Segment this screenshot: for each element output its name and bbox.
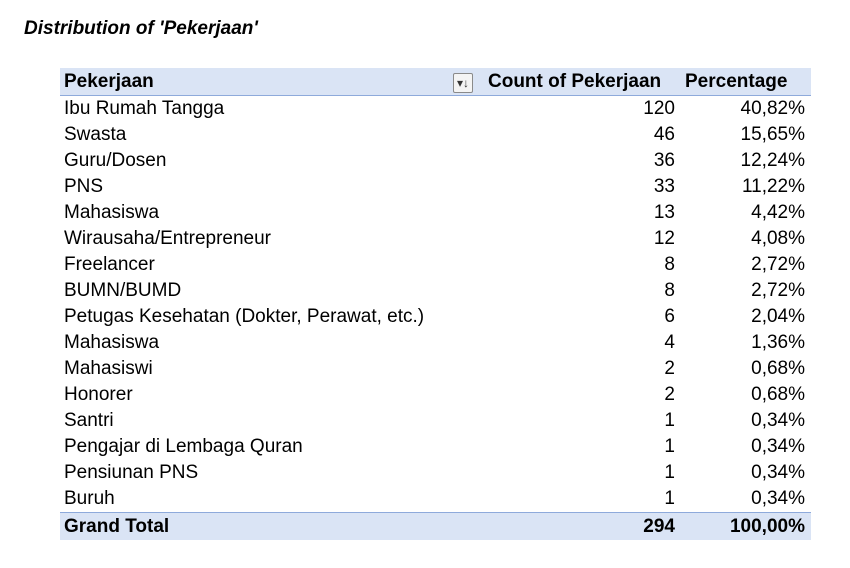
row-count: 120 [643,98,675,119]
header-pekerjaan-label: Pekerjaan [64,70,154,92]
row-percentage: 4,08% [751,228,805,249]
row-name: Swasta [64,124,127,145]
row-name: Mahasiswi [64,358,153,379]
row-percentage: 0,34% [751,410,805,431]
row-percentage: 0,68% [751,358,805,379]
table-row: Petugas Kesehatan (Dokter, Perawat, etc.… [60,304,811,330]
row-percentage: 0,34% [751,488,805,509]
row-name: PNS [64,176,104,197]
table-row: Mahasiswi 2 0,68% [60,356,811,382]
row-name: Guru/Dosen [64,150,167,171]
table-row: Mahasiswa 13 4,42% [60,200,811,226]
row-count: 1 [664,436,675,457]
table-row: Santri 1 0,34% [60,408,811,434]
row-name: Mahasiswa [64,332,160,353]
table-row: Honorer 2 0,68% [60,382,811,408]
table-row: Buruh 1 0,34% [60,486,811,512]
row-count: 1 [664,462,675,483]
header-pekerjaan: Pekerjaan ▾↓ [60,71,484,93]
row-name: Santri [64,410,114,431]
row-percentage: 0,68% [751,384,805,405]
sort-filter-icon[interactable]: ▾↓ [453,72,473,93]
row-count: 12 [653,228,675,249]
row-percentage: 2,72% [751,280,805,301]
table-row: BUMN/BUMD 8 2,72% [60,278,811,304]
table-row: Pensiunan PNS 1 0,34% [60,460,811,486]
row-count: 2 [664,358,675,379]
table-row: Wirausaha/Entrepreneur 12 4,08% [60,226,811,252]
header-percentage: Percentage [685,70,788,92]
row-name: Petugas Kesehatan (Dokter, Perawat, etc.… [64,306,425,327]
row-count: 46 [653,124,675,145]
row-name: Pengajar di Lembaga Quran [64,436,303,457]
row-percentage: 11,22% [741,176,805,197]
row-name: Pensiunan PNS [64,462,199,483]
row-name: Ibu Rumah Tangga [64,98,225,119]
table-row: Mahasiswa 4 1,36% [60,330,811,356]
row-count: 6 [664,306,675,327]
table-body: Ibu Rumah Tangga 120 40,82% Swasta 46 15,65% G… [60,96,811,512]
row-percentage: 12,24% [740,150,805,171]
row-count: 13 [653,202,675,223]
table-row: Guru/Dosen 36 12,24% [60,148,811,174]
row-count: 8 [664,280,675,301]
table-row: Pengajar di Lembaga Quran 1 0,34% [60,434,811,460]
row-name: Wirausaha/Entrepreneur [64,228,271,249]
row-count: 8 [664,254,675,275]
grand-total-row: Grand Total 294 100,00% [60,512,811,540]
row-percentage: 1,36% [751,332,805,353]
table-row: Ibu Rumah Tangga 120 40,82% [60,96,811,122]
table-header-row: Pekerjaan ▾↓ Count of Pekerjaan Percenta… [60,68,811,96]
row-count: 33 [653,176,675,197]
row-percentage: 40,82% [740,98,805,119]
page-title: Distribution of 'Pekerjaan' [24,18,258,39]
row-name: BUMN/BUMD [64,280,182,301]
row-count: 1 [664,488,675,509]
row-percentage: 15,65% [740,124,805,145]
row-name: Mahasiswa [64,202,160,223]
row-percentage: 2,04% [751,306,805,327]
table-row: Swasta 46 15,65% [60,122,811,148]
row-name: Freelancer [64,254,155,275]
row-count: 36 [653,150,675,171]
row-count: 2 [664,384,675,405]
grand-total-label: Grand Total [64,515,170,537]
row-percentage: 0,34% [751,462,805,483]
table-row: PNS 33 11,22% [60,174,811,200]
row-name: Buruh [64,488,115,509]
row-count: 4 [664,332,675,353]
table-row: Freelancer 8 2,72% [60,252,811,278]
row-count: 1 [664,410,675,431]
row-percentage: 2,72% [751,254,805,275]
row-name: Honorer [64,384,133,405]
row-percentage: 4,42% [751,202,805,223]
header-count: Count of Pekerjaan [488,70,662,92]
grand-total-percentage: 100,00% [729,515,805,537]
pivot-table: Pekerjaan ▾↓ Count of Pekerjaan Percenta… [60,68,811,540]
grand-total-count: 294 [643,515,675,537]
row-percentage: 0,34% [751,436,805,457]
